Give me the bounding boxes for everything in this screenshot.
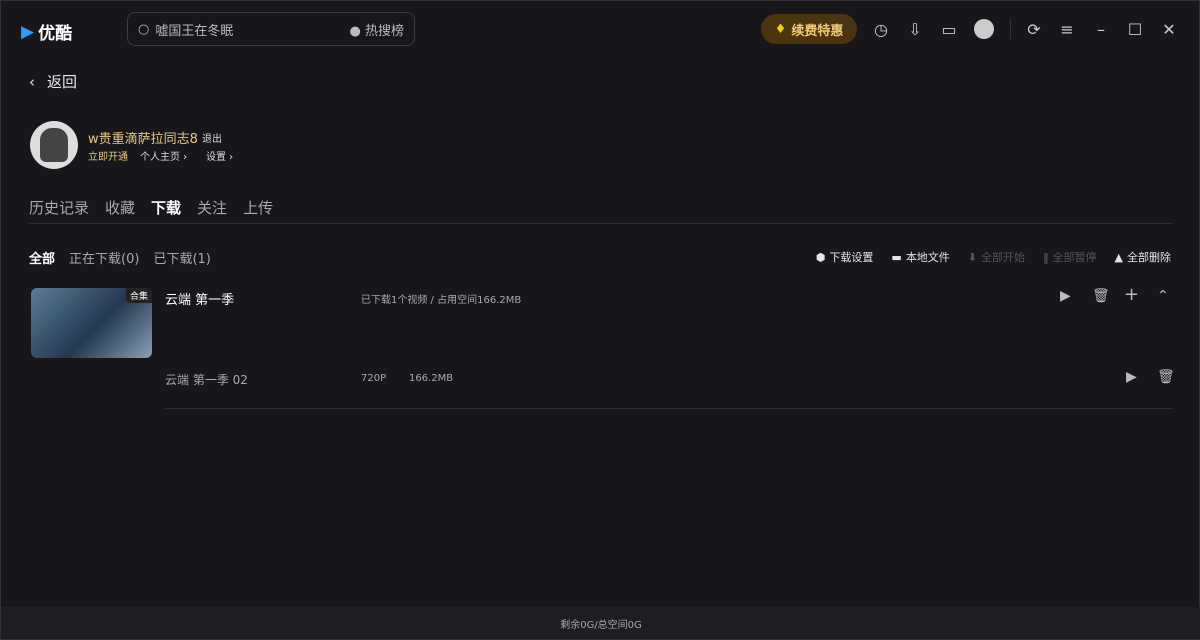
- plus-icon[interactable]: +: [1124, 284, 1139, 305]
- pause-icon: ‖: [1043, 250, 1049, 264]
- episode-quality: 720P: [361, 373, 387, 384]
- pause-all-button[interactable]: ‖ 全部暂停: [1043, 249, 1097, 265]
- tab-follow[interactable]: 关注: [197, 197, 227, 218]
- search-icon: ○: [138, 21, 150, 37]
- tab-upload[interactable]: 上传: [243, 197, 273, 218]
- trash-icon[interactable]: 🗑: [1092, 288, 1110, 304]
- download-icon: ⬇: [967, 250, 978, 264]
- download-settings-button[interactable]: ⬢ 下载设置: [816, 249, 874, 265]
- download-filters: 全部 正在下载(0) 已下载(1): [29, 248, 211, 267]
- close-icon[interactable]: ✕: [1159, 19, 1179, 39]
- tab-favorites[interactable]: 收藏: [105, 197, 135, 218]
- diamond-icon: ♦: [774, 21, 787, 37]
- broom-icon: ▲: [1114, 250, 1123, 264]
- chevron-up-icon[interactable]: ⌃: [1157, 288, 1169, 304]
- series-info: 已下载1个视频 / 占用空间166.2MB: [361, 295, 522, 306]
- app-logo[interactable]: ▶ 优酷: [21, 19, 72, 45]
- filter-all[interactable]: 全部: [29, 248, 55, 267]
- tab-history[interactable]: 历史记录: [29, 197, 89, 218]
- back-button[interactable]: ‹ 返回: [29, 71, 77, 92]
- main-tabs: 历史记录 收藏 下载 关注 上传: [29, 197, 273, 218]
- download-icon[interactable]: ⇩: [905, 19, 925, 39]
- minimize-icon[interactable]: –: [1091, 19, 1111, 39]
- folder-icon[interactable]: ▭: [939, 19, 959, 39]
- storage-status: 剩余0G/总空间0G: [1, 607, 1200, 639]
- search-input[interactable]: ○ 嘘国王在冬眠 ● 热搜榜: [127, 12, 415, 46]
- filter-downloading[interactable]: 正在下载(0): [69, 248, 139, 267]
- hot-search-link[interactable]: ● 热搜榜: [350, 20, 405, 39]
- logo-icon: ▶: [21, 21, 35, 42]
- folder-icon: ▬: [891, 250, 902, 264]
- gear-icon: ⬢: [815, 250, 826, 264]
- play-icon[interactable]: ▶: [1126, 369, 1137, 385]
- start-all-button[interactable]: ⬇ 全部开始: [968, 249, 1025, 265]
- settings-link[interactable]: 设置 ›: [206, 148, 233, 163]
- avatar[interactable]: [974, 19, 994, 39]
- logout-link[interactable]: 退出: [202, 130, 222, 145]
- download-actions: ⬢ 下载设置 ▬ 本地文件 ⬇ 全部开始 ‖ 全部暂停 ▲ 全部删除: [816, 249, 1171, 265]
- local-files-button[interactable]: ▬ 本地文件: [891, 249, 949, 265]
- episode-title: 云端 第一季 02: [165, 373, 248, 387]
- history-icon[interactable]: ◷: [871, 19, 891, 39]
- trash-icon[interactable]: 🗑: [1157, 369, 1175, 385]
- vip-button[interactable]: ♦ 续费特惠: [761, 14, 857, 44]
- delete-all-button[interactable]: ▲ 全部删除: [1115, 249, 1171, 265]
- video-thumbnail[interactable]: 合集: [31, 288, 152, 358]
- chevron-left-icon: ‹: [29, 72, 35, 91]
- open-vip-link[interactable]: 立即开通: [88, 148, 128, 163]
- refresh-icon[interactable]: ⟳: [1024, 19, 1044, 39]
- divider: [1010, 19, 1011, 39]
- series-title: 云端 第一季: [165, 293, 235, 308]
- tab-downloads[interactable]: 下载: [151, 197, 181, 218]
- collection-badge: 合集: [125, 288, 152, 303]
- filter-downloaded[interactable]: 已下载(1): [153, 248, 210, 267]
- maximize-icon[interactable]: ☐: [1125, 19, 1145, 39]
- user-avatar[interactable]: [30, 121, 78, 169]
- username: w贵重滴萨拉同志8: [88, 132, 198, 147]
- menu-icon[interactable]: ≡: [1057, 19, 1077, 39]
- profile-link[interactable]: 个人主页 ›: [140, 148, 187, 163]
- divider: [165, 408, 1173, 409]
- play-icon[interactable]: ▶: [1060, 288, 1071, 304]
- divider: [29, 223, 1173, 224]
- episode-size: 166.2MB: [409, 373, 454, 384]
